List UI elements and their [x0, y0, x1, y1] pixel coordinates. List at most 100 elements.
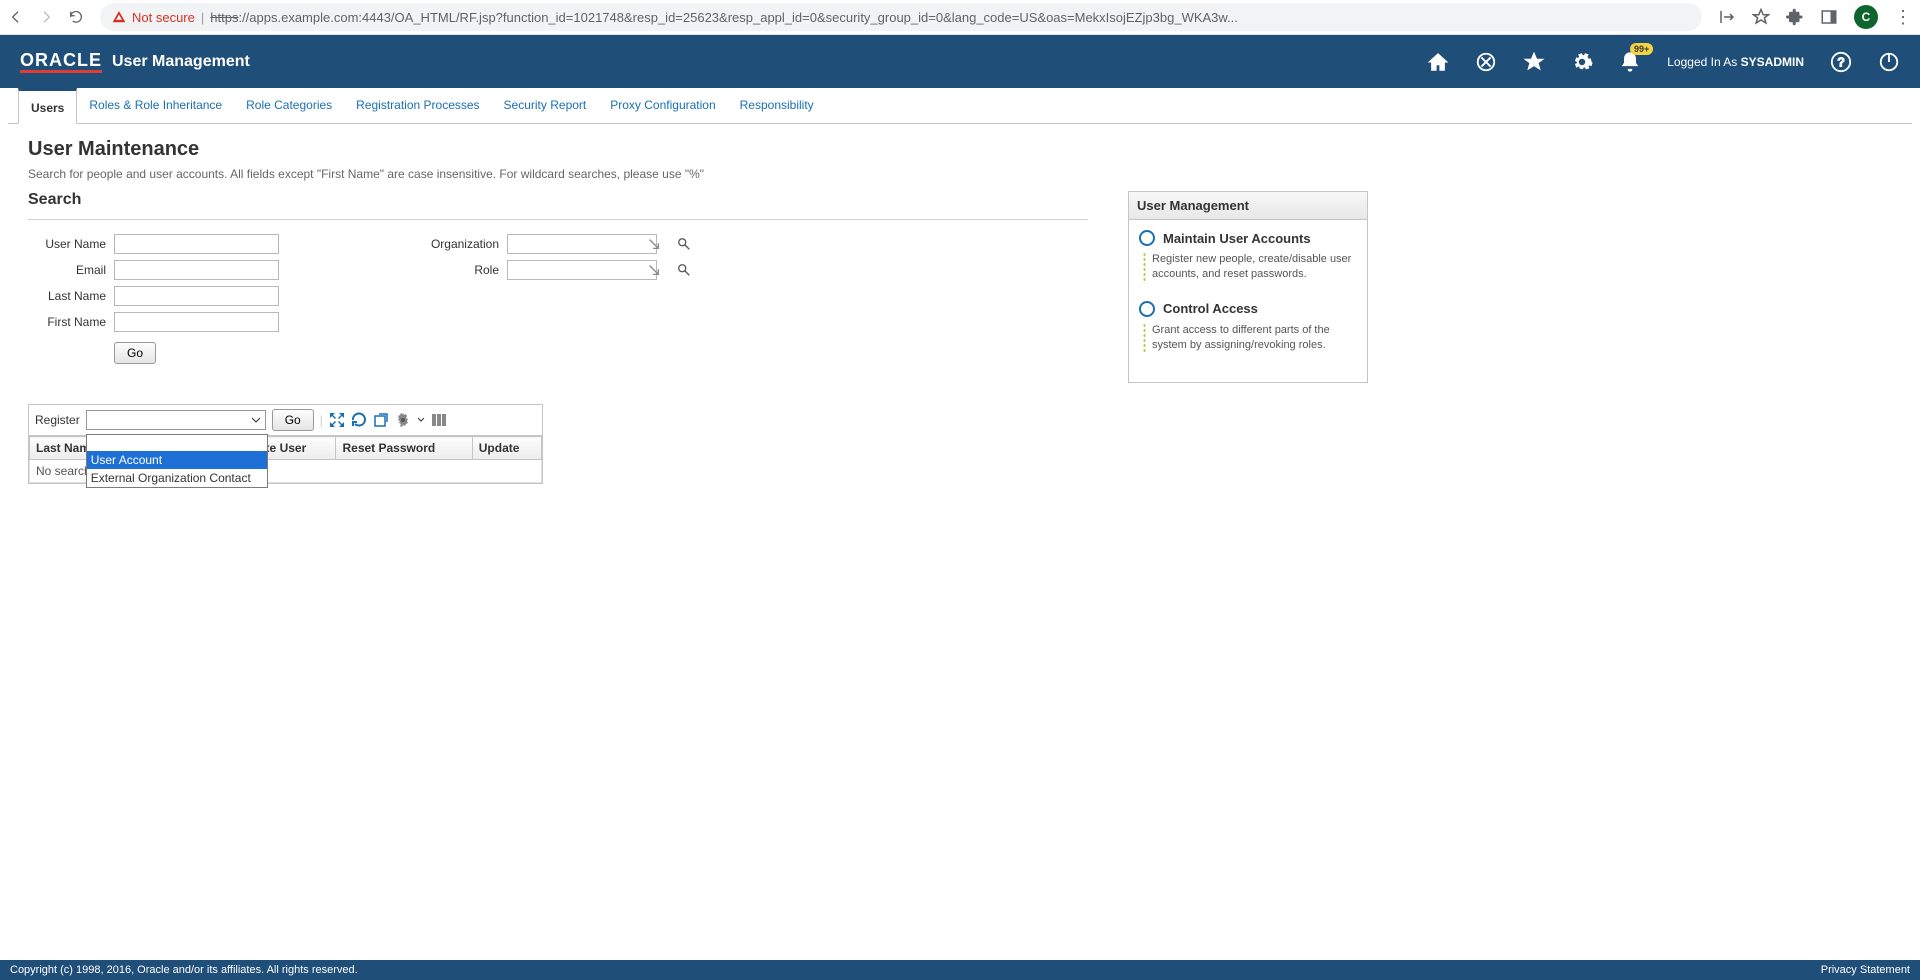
favorites-icon[interactable]	[1523, 51, 1545, 73]
extensions-icon[interactable]	[1786, 8, 1804, 26]
toolbar-sep: |	[320, 413, 323, 427]
lov-arrow-icon[interactable]	[647, 263, 661, 277]
dropdown-item-blank[interactable]	[87, 435, 267, 451]
results-table-wrap: Register User Account External Organizat…	[28, 404, 543, 484]
role-input[interactable]	[507, 260, 657, 280]
share-icon[interactable]	[1718, 8, 1736, 26]
radio-icon	[1139, 301, 1155, 317]
side-panel-icon[interactable]	[1820, 8, 1838, 26]
profile-avatar[interactable]: C	[1854, 5, 1878, 29]
user-name-label: User Name	[28, 237, 106, 251]
lov-search-icon[interactable]	[677, 237, 691, 251]
warning-icon	[112, 10, 126, 24]
register-label: Register	[35, 413, 80, 427]
tab-role-categories[interactable]: Role Categories	[234, 88, 344, 123]
role-label: Role	[419, 263, 499, 277]
control-desc: Grant access to different parts of the s…	[1152, 323, 1357, 354]
control-label: Control Access	[1163, 301, 1258, 316]
col-update[interactable]: Update	[472, 437, 541, 460]
forward-icon[interactable]	[38, 9, 54, 25]
reload-icon[interactable]	[68, 9, 84, 25]
table-settings-icon[interactable]	[395, 412, 411, 428]
search-header: Search	[28, 191, 1088, 209]
side-panel: User Management Maintain User Accounts R…	[1128, 191, 1368, 383]
register-go-button[interactable]: Go	[272, 409, 314, 431]
page-body: User Maintenance Search for people and u…	[0, 124, 1920, 498]
not-secure-label: Not secure	[132, 10, 195, 25]
chrome-icons: C ⋮	[1718, 5, 1912, 29]
kebab-icon[interactable]: ⋮	[1894, 7, 1912, 28]
radio-icon	[1139, 230, 1155, 246]
maintain-desc: Register new people, create/disable user…	[1152, 252, 1357, 283]
header-right: 99+ Logged In As SYSADMIN ?	[1427, 51, 1900, 73]
control-desc-wrap: Grant access to different parts of the s…	[1143, 323, 1357, 354]
dropdown-item-external-org[interactable]: External Organization Contact	[87, 469, 267, 487]
divider	[28, 219, 1088, 220]
maintain-label: Maintain User Accounts	[1163, 231, 1311, 246]
right-column: User Management Maintain User Accounts R…	[1128, 191, 1368, 484]
help-text: Search for people and user accounts. All…	[28, 167, 1892, 181]
refresh-icon[interactable]	[351, 412, 367, 428]
last-name-label: Last Name	[28, 289, 106, 303]
table-toolbar: Register User Account External Organizat…	[29, 405, 542, 436]
address-bar[interactable]: Not secure | https://apps.example.com:44…	[100, 3, 1702, 31]
radio-control-access[interactable]: Control Access	[1139, 301, 1357, 317]
copyright-text: Copyright (c) 1998, 2016, Oracle and/or …	[10, 964, 358, 976]
user-name-input[interactable]	[114, 234, 279, 254]
tab-strip: Users Roles & Role Inheritance Role Cate…	[8, 88, 1912, 124]
tab-proxy-configuration[interactable]: Proxy Configuration	[598, 88, 727, 123]
tab-responsibility[interactable]: Responsibility	[728, 88, 826, 123]
notification-badge: 99+	[1630, 43, 1653, 55]
logged-in-text: Logged In As SYSADMIN	[1667, 55, 1804, 69]
dotted-bar-icon	[1143, 252, 1146, 283]
oracle-logo: ORACLE	[20, 51, 102, 73]
tab-security-report[interactable]: Security Report	[492, 88, 599, 123]
columns-icon[interactable]	[431, 412, 447, 428]
organization-input[interactable]	[507, 234, 657, 254]
dotted-bar-icon	[1143, 323, 1146, 354]
first-name-input[interactable]	[114, 312, 279, 332]
tab-registration-processes[interactable]: Registration Processes	[344, 88, 491, 123]
oracle-header: ORACLE User Management 99+ Logged In As …	[0, 35, 1920, 88]
lov-search-icon[interactable]	[677, 263, 691, 277]
search-form: User Name Email Last Name First Name	[28, 234, 1088, 364]
back-icon[interactable]	[8, 9, 24, 25]
register-select[interactable]	[86, 410, 266, 430]
star-icon[interactable]	[1752, 8, 1770, 26]
radio-maintain-user-accounts[interactable]: Maintain User Accounts	[1139, 230, 1357, 246]
app-title: User Management	[112, 53, 250, 71]
settings-icon[interactable]	[1571, 51, 1593, 73]
browser-nav	[8, 9, 84, 25]
tab-roles[interactable]: Roles & Role Inheritance	[77, 88, 234, 123]
chevron-down-icon	[251, 415, 261, 425]
page-title: User Maintenance	[28, 138, 1892, 161]
browser-chrome: Not secure | https://apps.example.com:44…	[0, 0, 1920, 35]
left-column: Search User Name Email Last Name	[28, 191, 1088, 484]
dropdown-item-user-account[interactable]: User Account	[87, 451, 267, 469]
svg-text:?: ?	[1837, 54, 1845, 69]
clock-icon[interactable]	[1475, 51, 1497, 73]
addr-sep: |	[201, 10, 204, 25]
privacy-link[interactable]: Privacy Statement	[1821, 964, 1910, 976]
first-name-label: First Name	[28, 315, 106, 329]
email-input[interactable]	[114, 260, 279, 280]
last-name-input[interactable]	[114, 286, 279, 306]
lov-arrow-icon[interactable]	[647, 237, 661, 251]
notifications-wrap[interactable]: 99+	[1619, 51, 1641, 73]
tab-users[interactable]: Users	[18, 88, 77, 124]
side-panel-header: User Management	[1129, 192, 1367, 220]
detach-icon[interactable]	[373, 412, 389, 428]
expand-icon[interactable]	[329, 412, 345, 428]
home-icon[interactable]	[1427, 51, 1449, 73]
power-icon[interactable]	[1878, 51, 1900, 73]
header-left: ORACLE User Management	[20, 51, 250, 73]
search-go-button[interactable]: Go	[114, 342, 156, 364]
email-label: Email	[28, 263, 106, 277]
col-reset-password[interactable]: Reset Password	[336, 437, 472, 460]
url-text: https://apps.example.com:4443/OA_HTML/RF…	[210, 10, 1238, 25]
register-dropdown: User Account External Organization Conta…	[86, 434, 268, 488]
help-icon[interactable]: ?	[1830, 51, 1852, 73]
footer: Copyright (c) 1998, 2016, Oracle and/or …	[0, 960, 1920, 980]
chevron-down-icon[interactable]	[417, 416, 425, 424]
organization-label: Organization	[419, 237, 499, 251]
